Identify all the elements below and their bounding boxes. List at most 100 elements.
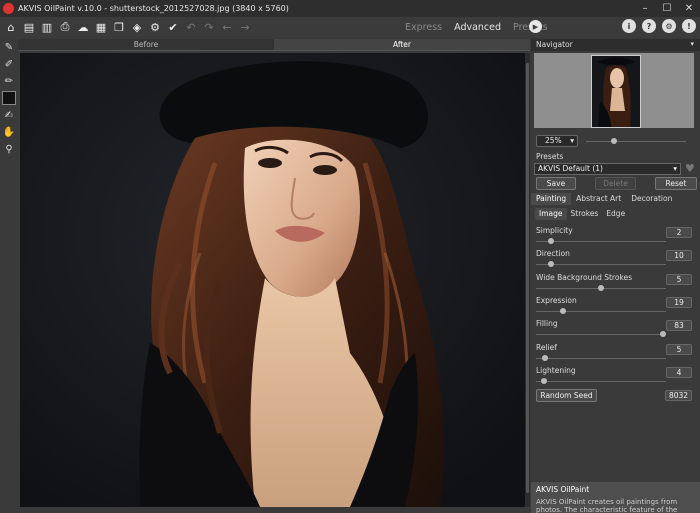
tab-strokes[interactable]: Strokes: [567, 208, 603, 220]
zoom-slider-knob[interactable]: [611, 138, 617, 144]
chevron-down-icon: ▾: [673, 164, 677, 173]
zoom-icon[interactable]: ⚲: [2, 142, 16, 156]
painted-portrait: [20, 53, 525, 507]
collapse-icon[interactable]: ▾: [690, 40, 694, 48]
redo-icon[interactable]: ↷: [202, 20, 216, 34]
param-value[interactable]: 19: [666, 296, 692, 308]
param-label: Relief: [536, 342, 557, 352]
help-text: AKVIS OilPaint creates oil paintings fro…: [536, 498, 678, 513]
tab-painting[interactable]: Painting: [531, 193, 572, 205]
brush-icon[interactable]: ✎: [2, 40, 16, 54]
param-label: Simplicity: [536, 226, 573, 235]
param-value[interactable]: 83: [666, 320, 692, 332]
param-value[interactable]: 5: [666, 343, 692, 355]
reset-preset-button[interactable]: Reset: [655, 177, 697, 190]
param-label: Filling: [536, 319, 558, 329]
save-preset-button[interactable]: Save: [536, 177, 576, 190]
mode-tabs: Express Advanced Presets: [405, 17, 548, 37]
mode-express[interactable]: Express: [405, 22, 442, 33]
tab-before[interactable]: Before: [18, 39, 274, 51]
param-expression: Expression 19: [536, 296, 696, 319]
zoom-slider[interactable]: [586, 138, 686, 144]
main-toolbar: ⌂ ▤ ▥ ⎙ ☁ ▦ ❐ ◈ ⚙ ✔ ↶ ↷ ← → Express Adva…: [0, 17, 700, 37]
tab-decoration[interactable]: Decoration: [626, 193, 677, 205]
param-slider[interactable]: [536, 241, 666, 242]
hand-icon[interactable]: ✋: [2, 125, 16, 139]
param-label: Expression: [536, 295, 577, 305]
canvas-scrollbar[interactable]: [525, 53, 530, 507]
minimize-button[interactable]: –: [634, 0, 656, 17]
param-slider[interactable]: [536, 310, 666, 312]
param-slider-knob[interactable]: [548, 261, 555, 268]
param-value[interactable]: 2: [666, 227, 692, 238]
param-slider[interactable]: [536, 357, 666, 359]
param-slider-knob[interactable]: [548, 238, 555, 244]
save-icon[interactable]: ▥: [40, 20, 54, 34]
before-after-tabs: Before After: [18, 39, 530, 51]
settings-panel: Navigator ▾ 25% ▾ Presets AKVIS Default (…: [531, 37, 700, 513]
preset-selected: AKVIS Default (1): [538, 164, 603, 173]
navigator-thumbnail[interactable]: [591, 55, 641, 128]
maximize-button[interactable]: ☐: [656, 0, 678, 17]
param-relief: Relief 5: [536, 343, 696, 366]
param-direction: Direction 10: [536, 249, 696, 272]
settings-icon[interactable]: ⚙: [662, 19, 676, 33]
tab-after[interactable]: After: [274, 39, 530, 51]
zoom-value: 25%: [545, 136, 562, 145]
help-icon[interactable]: ?: [642, 19, 656, 33]
scrollbar-thumb[interactable]: [526, 63, 529, 493]
color-picker-icon[interactable]: ✐: [2, 57, 16, 71]
print-icon[interactable]: ⎙: [58, 20, 72, 34]
notifications-icon[interactable]: !: [682, 19, 696, 33]
tab-abstract-art[interactable]: Abstract Art: [571, 193, 626, 205]
preferences-icon[interactable]: ⚙: [148, 20, 162, 34]
navigator-preview[interactable]: [534, 53, 694, 128]
param-slider-knob[interactable]: [540, 377, 547, 384]
home-icon[interactable]: ⌂: [4, 20, 18, 34]
eraser-icon[interactable]: ✏: [2, 74, 16, 88]
apply-icon[interactable]: ✔: [166, 20, 180, 34]
app-logo-icon: [3, 3, 14, 14]
window-title: AKVIS OilPaint v.10.0 - shutterstock_201…: [18, 4, 289, 13]
param-value[interactable]: 4: [666, 366, 692, 378]
share-icon[interactable]: ☁: [76, 20, 90, 34]
param-value[interactable]: 5: [666, 273, 692, 285]
delete-preset-button[interactable]: Delete: [595, 177, 636, 190]
param-value[interactable]: 10: [666, 250, 692, 262]
param-slider[interactable]: [536, 380, 666, 382]
chevron-down-icon: ▾: [570, 136, 574, 145]
copy-icon[interactable]: ❐: [112, 20, 126, 34]
zoom-dropdown[interactable]: 25% ▾: [536, 135, 578, 147]
param-slider-knob[interactable]: [559, 307, 566, 314]
random-seed-button[interactable]: Random Seed: [536, 389, 597, 402]
param-slider-knob[interactable]: [542, 354, 549, 361]
tab-edge[interactable]: Edge: [602, 208, 629, 220]
image-canvas[interactable]: [20, 53, 525, 507]
history-brush-icon[interactable]: ✍: [2, 108, 16, 122]
help-title: AKVIS OilPaint: [536, 485, 590, 494]
param-simplicity: Simplicity 2: [536, 226, 696, 249]
batch-icon[interactable]: ▦: [94, 20, 108, 34]
undo-icon[interactable]: ↶: [184, 20, 198, 34]
info-icon[interactable]: i: [622, 19, 636, 33]
param-slider[interactable]: [536, 334, 666, 336]
run-button[interactable]: ▶: [529, 20, 542, 33]
close-button[interactable]: ✕: [678, 0, 700, 17]
mode-advanced[interactable]: Advanced: [454, 22, 501, 33]
presets-header: Presets: [536, 152, 564, 161]
seed-value[interactable]: 8032: [665, 390, 692, 401]
favorite-heart-icon[interactable]: ♥: [685, 162, 695, 175]
open-icon[interactable]: ▤: [22, 20, 36, 34]
title-bar: AKVIS OilPaint v.10.0 - shutterstock_201…: [0, 0, 700, 17]
forward-icon[interactable]: →: [238, 20, 252, 34]
param-slider-knob[interactable]: [660, 331, 666, 338]
param-label: Direction: [536, 249, 570, 259]
plugin-icon[interactable]: ◈: [130, 20, 144, 34]
preset-dropdown[interactable]: AKVIS Default (1) ▾: [534, 163, 681, 175]
effect-tabs: Painting Abstract Art Decoration: [531, 193, 700, 205]
tab-image[interactable]: Image: [535, 208, 567, 220]
param-slider-knob[interactable]: [598, 284, 604, 291]
param-slider[interactable]: [536, 264, 666, 266]
back-icon[interactable]: ←: [220, 20, 234, 34]
color-swatch[interactable]: [2, 91, 16, 105]
